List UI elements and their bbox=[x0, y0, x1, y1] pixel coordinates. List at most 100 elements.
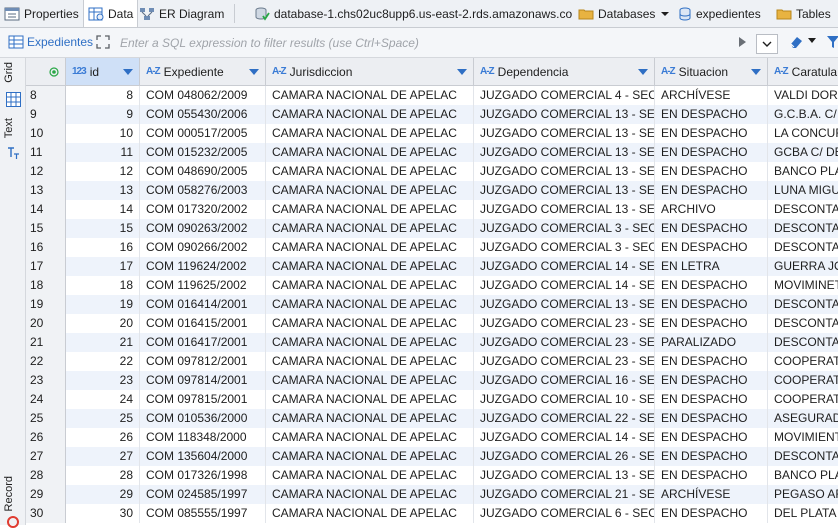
cell-id[interactable]: 14 bbox=[66, 200, 140, 219]
table-row[interactable]: 18 18 COM 119625/2002 CAMARA NACIONAL DE AP… bbox=[26, 276, 838, 295]
cell-expediente[interactable]: COM 097815/2001 bbox=[140, 390, 266, 409]
cell-dependencia[interactable]: JUZGADO COMERCIAL 13 - SECRI bbox=[474, 124, 655, 143]
row-number[interactable]: 26 bbox=[26, 428, 66, 447]
cell-id[interactable]: 8 bbox=[66, 86, 140, 105]
cell-id[interactable]: 20 bbox=[66, 314, 140, 333]
cell-situacion[interactable]: ARCHIVO bbox=[655, 200, 768, 219]
cell-situacion[interactable]: EN DESPACHO bbox=[655, 371, 768, 390]
table-row[interactable]: 12 12 COM 048690/2005 CAMARA NACIONAL DE AP… bbox=[26, 162, 838, 181]
row-number[interactable]: 28 bbox=[26, 466, 66, 485]
cell-dependencia[interactable]: JUZGADO COMERCIAL 13 - SECRI bbox=[474, 105, 655, 124]
row-number[interactable]: 15 bbox=[26, 219, 66, 238]
cell-situacion[interactable]: EN DESPACHO bbox=[655, 352, 768, 371]
row-number[interactable]: 10 bbox=[26, 124, 66, 143]
table-row[interactable]: 26 26 COM 118348/2000 CAMARA NACIONAL DE AP… bbox=[26, 428, 838, 447]
row-number[interactable]: 19 bbox=[26, 295, 66, 314]
cell-id[interactable]: 24 bbox=[66, 390, 140, 409]
cell-jurisdiccion[interactable]: CAMARA NACIONAL DE APELAC bbox=[266, 181, 474, 200]
cell-caratula[interactable]: DESCONTAMINA bbox=[768, 200, 838, 219]
table-row[interactable]: 24 24 COM 097815/2001 CAMARA NACIONAL DE AP… bbox=[26, 390, 838, 409]
cell-dependencia[interactable]: JUZGADO COMERCIAL 13 - SECRI bbox=[474, 143, 655, 162]
row-number[interactable]: 16 bbox=[26, 238, 66, 257]
cell-jurisdiccion[interactable]: CAMARA NACIONAL DE APELAC bbox=[266, 295, 474, 314]
cell-jurisdiccion[interactable]: CAMARA NACIONAL DE APELAC bbox=[266, 466, 474, 485]
cell-jurisdiccion[interactable]: CAMARA NACIONAL DE APELAC bbox=[266, 238, 474, 257]
cell-expediente[interactable]: COM 017326/1998 bbox=[140, 466, 266, 485]
cell-expediente[interactable]: COM 090266/2002 bbox=[140, 238, 266, 257]
cell-id[interactable]: 17 bbox=[66, 257, 140, 276]
cell-dependencia[interactable]: JUZGADO COMERCIAL 13 - SECRI bbox=[474, 181, 655, 200]
cell-situacion[interactable]: ARCHÍVESE bbox=[655, 485, 768, 504]
row-number[interactable]: 8 bbox=[26, 86, 66, 105]
cell-situacion[interactable]: EN DESPACHO bbox=[655, 428, 768, 447]
table-row[interactable]: 11 11 COM 015232/2005 CAMARA NACIONAL DE AP… bbox=[26, 143, 838, 162]
row-number[interactable]: 20 bbox=[26, 314, 66, 333]
tab-data[interactable]: Data bbox=[83, 0, 139, 27]
row-number[interactable]: 14 bbox=[26, 200, 66, 219]
cell-id[interactable]: 22 bbox=[66, 352, 140, 371]
cell-id[interactable]: 23 bbox=[66, 371, 140, 390]
cell-jurisdiccion[interactable]: CAMARA NACIONAL DE APELAC bbox=[266, 162, 474, 181]
cell-caratula[interactable]: BANCO PLATEN bbox=[768, 466, 838, 485]
cell-situacion[interactable]: EN DESPACHO bbox=[655, 105, 768, 124]
cell-jurisdiccion[interactable]: CAMARA NACIONAL DE APELAC bbox=[266, 352, 474, 371]
databases-dropdown-button[interactable] bbox=[660, 0, 674, 27]
cell-id[interactable]: 13 bbox=[66, 181, 140, 200]
cell-expediente[interactable]: COM 119625/2002 bbox=[140, 276, 266, 295]
cell-expediente[interactable]: COM 085555/1997 bbox=[140, 504, 266, 523]
row-number[interactable]: 9 bbox=[26, 105, 66, 124]
cell-caratula[interactable]: GUERRA JORGE bbox=[768, 257, 838, 276]
cell-id[interactable]: 21 bbox=[66, 333, 140, 352]
cell-caratula[interactable]: DEL PLATA COC bbox=[768, 504, 838, 523]
table-row[interactable]: 14 14 COM 017320/2002 CAMARA NACIONAL DE AP… bbox=[26, 200, 838, 219]
tab-properties[interactable]: Properties bbox=[4, 0, 79, 27]
cell-jurisdiccion[interactable]: CAMARA NACIONAL DE APELAC bbox=[266, 485, 474, 504]
record-view-tab[interactable]: Record bbox=[3, 476, 15, 511]
row-number[interactable]: 12 bbox=[26, 162, 66, 181]
text-view-tab[interactable]: Text bbox=[3, 118, 15, 138]
table-row[interactable]: 9 9 COM 055430/2006 CAMARA NACIONAL DE APEL… bbox=[26, 105, 838, 124]
column-header-dependencia[interactable]: A-Z Dependencia bbox=[474, 58, 655, 85]
row-number[interactable]: 18 bbox=[26, 276, 66, 295]
grid-view-tab[interactable]: Grid bbox=[3, 62, 15, 83]
cell-id[interactable]: 30 bbox=[66, 504, 140, 523]
cell-expediente[interactable]: COM 016417/2001 bbox=[140, 333, 266, 352]
table-row[interactable]: 10 10 COM 000517/2005 CAMARA NACIONAL DE AP… bbox=[26, 124, 838, 143]
column-header-expediente[interactable]: A-Z Expediente bbox=[140, 58, 266, 85]
cell-situacion[interactable]: EN DESPACHO bbox=[655, 504, 768, 523]
table-row[interactable]: 13 13 COM 058276/2003 CAMARA NACIONAL DE AP… bbox=[26, 181, 838, 200]
cell-id[interactable]: 12 bbox=[66, 162, 140, 181]
cell-situacion[interactable]: EN DESPACHO bbox=[655, 295, 768, 314]
filter-settings-button[interactable] bbox=[826, 34, 838, 50]
cell-caratula[interactable]: VALDI DORA AL bbox=[768, 86, 838, 105]
cell-dependencia[interactable]: JUZGADO COMERCIAL 22 - SECRI bbox=[474, 409, 655, 428]
cell-caratula[interactable]: DESCONTAMINA bbox=[768, 238, 838, 257]
row-number[interactable]: 13 bbox=[26, 181, 66, 200]
row-number[interactable]: 25 bbox=[26, 409, 66, 428]
cell-dependencia[interactable]: JUZGADO COMERCIAL 16 - SECRI bbox=[474, 371, 655, 390]
cell-jurisdiccion[interactable]: CAMARA NACIONAL DE APELAC bbox=[266, 257, 474, 276]
connection-selector[interactable]: database-1.chs02uc8upp6.us-east-2.rds.am… bbox=[254, 0, 572, 27]
cell-dependencia[interactable]: JUZGADO COMERCIAL 13 - SECRI bbox=[474, 466, 655, 485]
cell-caratula[interactable]: DESCONTAMINA bbox=[768, 333, 838, 352]
cell-situacion[interactable]: EN DESPACHO bbox=[655, 238, 768, 257]
cell-dependencia[interactable]: JUZGADO COMERCIAL 10 - SECRI bbox=[474, 390, 655, 409]
cell-caratula[interactable]: ASEGURADORA bbox=[768, 409, 838, 428]
cell-id[interactable]: 29 bbox=[66, 485, 140, 504]
table-row[interactable]: 29 29 COM 024585/1997 CAMARA NACIONAL DE AP… bbox=[26, 485, 838, 504]
tab-er-diagram[interactable]: ER Diagram bbox=[139, 0, 224, 27]
cell-jurisdiccion[interactable]: CAMARA NACIONAL DE APELAC bbox=[266, 409, 474, 428]
column-header-caratula[interactable]: A-Z Caratula bbox=[768, 58, 838, 85]
cell-caratula[interactable]: MOVIMINETO P. bbox=[768, 276, 838, 295]
cell-dependencia[interactable]: JUZGADO COMERCIAL 21 - SECRI bbox=[474, 485, 655, 504]
column-header-situacion[interactable]: A-Z Situacion bbox=[655, 58, 768, 85]
sort-filter-icon[interactable] bbox=[457, 69, 467, 75]
record-view-toggle[interactable] bbox=[6, 516, 20, 531]
cell-situacion[interactable]: EN DESPACHO bbox=[655, 219, 768, 238]
cell-jurisdiccion[interactable]: CAMARA NACIONAL DE APELAC bbox=[266, 390, 474, 409]
cell-jurisdiccion[interactable]: CAMARA NACIONAL DE APELAC bbox=[266, 504, 474, 523]
cell-dependencia[interactable]: JUZGADO COMERCIAL 14 - SECRI bbox=[474, 276, 655, 295]
cell-situacion[interactable]: PARALIZADO bbox=[655, 333, 768, 352]
text-view-toggle[interactable] bbox=[6, 146, 20, 163]
sql-filter-input[interactable] bbox=[120, 33, 732, 52]
